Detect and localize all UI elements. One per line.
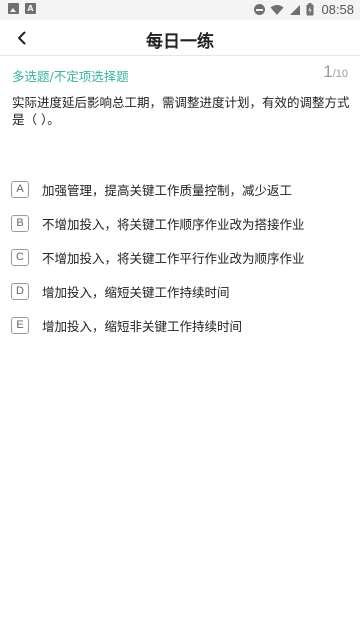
option-b[interactable]: B 不增加投入，将关键工作顺序作业改为搭接作业 — [11, 206, 351, 240]
options-list: A 加强管理，提高关键工作质量控制，减少返工 B 不增加投入，将关键工作顺序作业… — [11, 172, 351, 342]
option-letter: B — [11, 214, 29, 232]
option-text: 不增加投入，将关键工作平行作业改为顺序作业 — [42, 250, 305, 266]
question-current: 1 — [323, 62, 333, 81]
battery-icon — [306, 3, 314, 16]
option-text: 增加投入，缩短非关键工作持续时间 — [42, 318, 243, 334]
do-not-disturb-icon — [254, 4, 266, 15]
option-a[interactable]: A 加强管理，提高关键工作质量控制，减少返工 — [11, 172, 351, 206]
option-c[interactable]: C 不增加投入，将关键工作平行作业改为顺序作业 — [11, 240, 351, 274]
option-letter: D — [11, 282, 29, 300]
option-text: 不增加投入，将关键工作顺序作业改为搭接作业 — [42, 216, 305, 232]
option-letter: A — [11, 180, 29, 198]
text-a-icon: A — [25, 3, 36, 14]
question-type-label: 多选题/不定项选择题 — [12, 69, 129, 84]
option-text: 加强管理，提高关键工作质量控制，减少返工 — [42, 182, 293, 198]
wifi-icon — [270, 4, 284, 15]
status-time: 08:58 — [321, 2, 354, 17]
option-e[interactable]: E 增加投入，缩短非关键工作持续时间 — [11, 308, 351, 342]
app-bar: 每日一练 — [0, 20, 360, 56]
option-letter: E — [11, 316, 29, 334]
question-total: /10 — [332, 68, 348, 80]
option-d[interactable]: D 增加投入，缩短关键工作持续时间 — [11, 274, 351, 308]
option-letter: C — [11, 248, 29, 266]
image-icon — [8, 3, 19, 14]
page-title: 每日一练 — [146, 32, 214, 52]
option-text: 增加投入，缩短关键工作持续时间 — [42, 284, 230, 300]
cell-signal-icon — [290, 4, 301, 15]
status-bar: A 08:58 — [0, 0, 360, 20]
question-counter: 1/10 — [323, 62, 348, 82]
question-stem: 实际进度延后影响总工期，需调整进度计划，有效的调整方式是（ ）。 — [12, 95, 350, 127]
